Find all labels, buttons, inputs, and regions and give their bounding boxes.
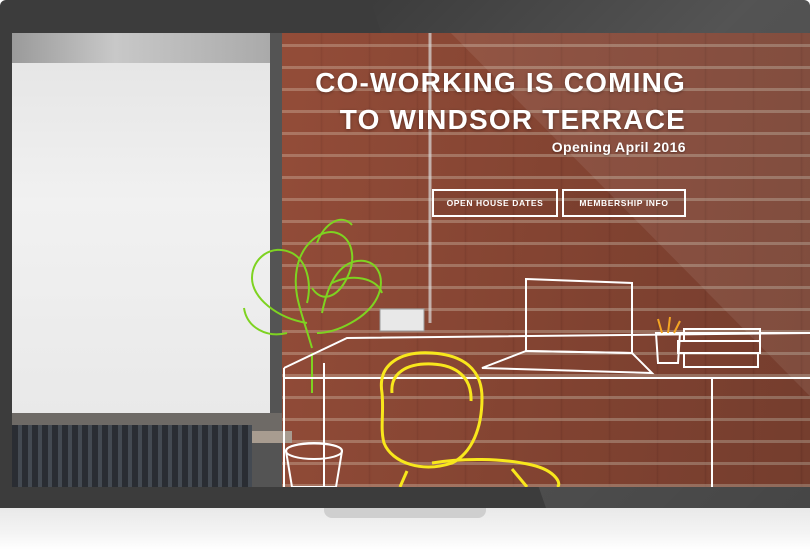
membership-info-button[interactable]: MEMBERSHIP INFO xyxy=(562,189,686,217)
laptop-notch xyxy=(324,508,486,518)
hero-title-line-1: CO-WORKING IS COMING xyxy=(315,67,686,98)
pencil-cup-illustration xyxy=(654,316,682,364)
plant-illustration xyxy=(243,218,383,393)
hero-subtitle: Opening April 2016 xyxy=(551,139,686,155)
open-house-dates-button[interactable]: OPEN HOUSE DATES xyxy=(432,189,558,217)
wall-outlet xyxy=(379,308,425,332)
chair-illustration xyxy=(379,351,561,487)
desk-illustration xyxy=(283,332,810,487)
hero-title-line-2: TO WINDSOR TERRACE xyxy=(339,104,686,135)
hero-title: CO-WORKING IS COMING TO WINDSOR TERRACE xyxy=(315,64,686,138)
laptop-screen: CO-WORKING IS COMING TO WINDSOR TERRACE … xyxy=(12,33,810,487)
desk-laptop-illustration xyxy=(481,277,655,375)
